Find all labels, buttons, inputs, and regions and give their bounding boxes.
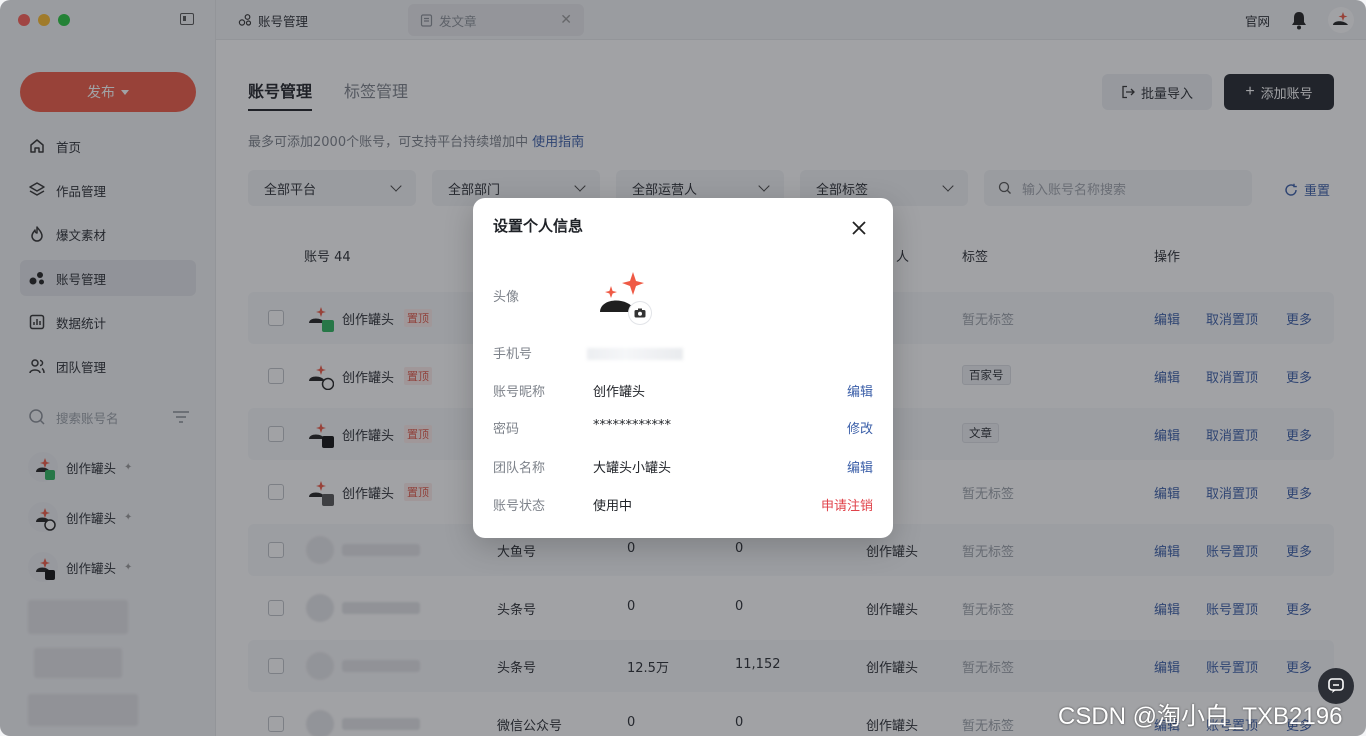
nickname-value: 创作罐头 [593,385,646,400]
profile-settings-dialog: 设置个人信息 头像 手机号 账号昵称 创作罐头 编辑 密码 **********… [473,198,893,538]
password-label: 密码 [493,422,520,437]
camera-icon[interactable] [629,302,651,324]
status-label: 账号状态 [493,499,546,514]
team-label: 团队名称 [493,461,546,476]
phone-value-masked [587,348,683,360]
edit-nickname-button[interactable]: 编辑 [847,381,873,400]
status-value: 使用中 [593,499,633,514]
deactivate-account-button[interactable]: 申请注销 [821,495,873,514]
app-window: 发布 首页 作品管理 爆文素材 账号管理 数据统计 团队管理 搜索账号名 创作罐… [0,0,1366,736]
dialog-title: 设置个人信息 [493,217,584,235]
watermark: CSDN @淘小白_TXB2196 [1058,703,1343,730]
change-password-button[interactable]: 修改 [847,418,873,437]
avatar-label: 头像 [493,290,520,305]
edit-team-button[interactable]: 编辑 [847,457,873,476]
close-icon[interactable] [849,218,869,238]
nickname-label: 账号昵称 [493,385,546,400]
team-value: 大罐头小罐头 [593,461,672,476]
chat-icon [1328,678,1344,693]
phone-label: 手机号 [493,347,533,362]
password-value: ************ [593,418,671,433]
